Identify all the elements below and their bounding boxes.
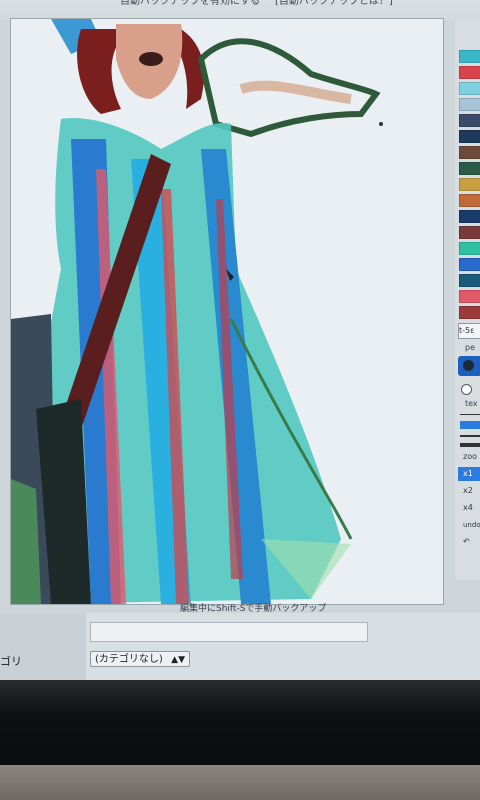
color-swatch[interactable] (459, 210, 480, 223)
line-option-thick[interactable] (460, 443, 480, 447)
monitor-bezel (0, 680, 480, 765)
category-select-value: (カテゴリなし) (95, 654, 163, 665)
color-palette: t-5ε pe tex zoo x1 x2 x4 undo ↶ (455, 20, 480, 580)
color-swatch[interactable] (459, 178, 480, 191)
form-label-column: ゴリ (0, 613, 86, 680)
color-swatch[interactable] (459, 306, 480, 319)
color-swatch[interactable] (459, 50, 480, 63)
palette-header (455, 20, 480, 50)
header-bar: 自動バックアップを有効にする [自動バックアップとは？] (0, 0, 480, 20)
auto-backup-toggle-label[interactable]: 自動バックアップを有効にする (120, 0, 260, 9)
color-swatch[interactable] (459, 66, 480, 79)
color-swatch[interactable] (459, 98, 480, 111)
color-swatch[interactable] (459, 194, 480, 207)
color-swatch[interactable] (459, 82, 480, 95)
pen-label: pe (465, 343, 475, 352)
texture-label: tex (465, 399, 478, 408)
brush-size-input[interactable]: t-5ε (458, 323, 480, 339)
color-swatch[interactable] (459, 290, 480, 303)
desk-surface (0, 765, 480, 800)
swatch-list (455, 50, 480, 319)
color-swatch[interactable] (459, 130, 480, 143)
category-label: ゴリ (0, 655, 22, 668)
eraser-radio[interactable] (461, 384, 472, 395)
zoom-x4[interactable]: x4 (463, 501, 480, 515)
brush-tool-button[interactable] (458, 356, 480, 376)
color-swatch[interactable] (459, 146, 480, 159)
post-form: ゴリ (カテゴリなし) ▲▼ (0, 613, 480, 680)
color-swatch[interactable] (459, 258, 480, 271)
undo-icon[interactable]: ↶ (463, 535, 480, 549)
undo-label: undo (463, 521, 480, 529)
drawing-canvas[interactable] (10, 18, 444, 605)
color-swatch[interactable] (459, 162, 480, 175)
color-swatch[interactable] (459, 114, 480, 127)
title-input[interactable] (90, 622, 368, 642)
color-swatch[interactable] (459, 226, 480, 239)
circle-brush-icon (463, 360, 474, 371)
category-select[interactable]: (カテゴリなし) ▲▼ (90, 651, 190, 667)
zoom-x1[interactable]: x1 (458, 467, 480, 481)
color-swatch[interactable] (459, 242, 480, 255)
zoom-label: zoo (463, 452, 477, 461)
chevron-down-icon: ▲▼ (171, 655, 185, 665)
painting-artwork (11, 19, 443, 604)
line-option-selected[interactable] (460, 421, 480, 429)
zoom-x2[interactable]: x2 (463, 484, 480, 498)
line-option-thin[interactable] (460, 414, 480, 415)
line-option-medium[interactable] (460, 435, 480, 437)
color-swatch[interactable] (459, 274, 480, 287)
auto-backup-help-link[interactable]: [自動バックアップとは？] (275, 0, 393, 9)
